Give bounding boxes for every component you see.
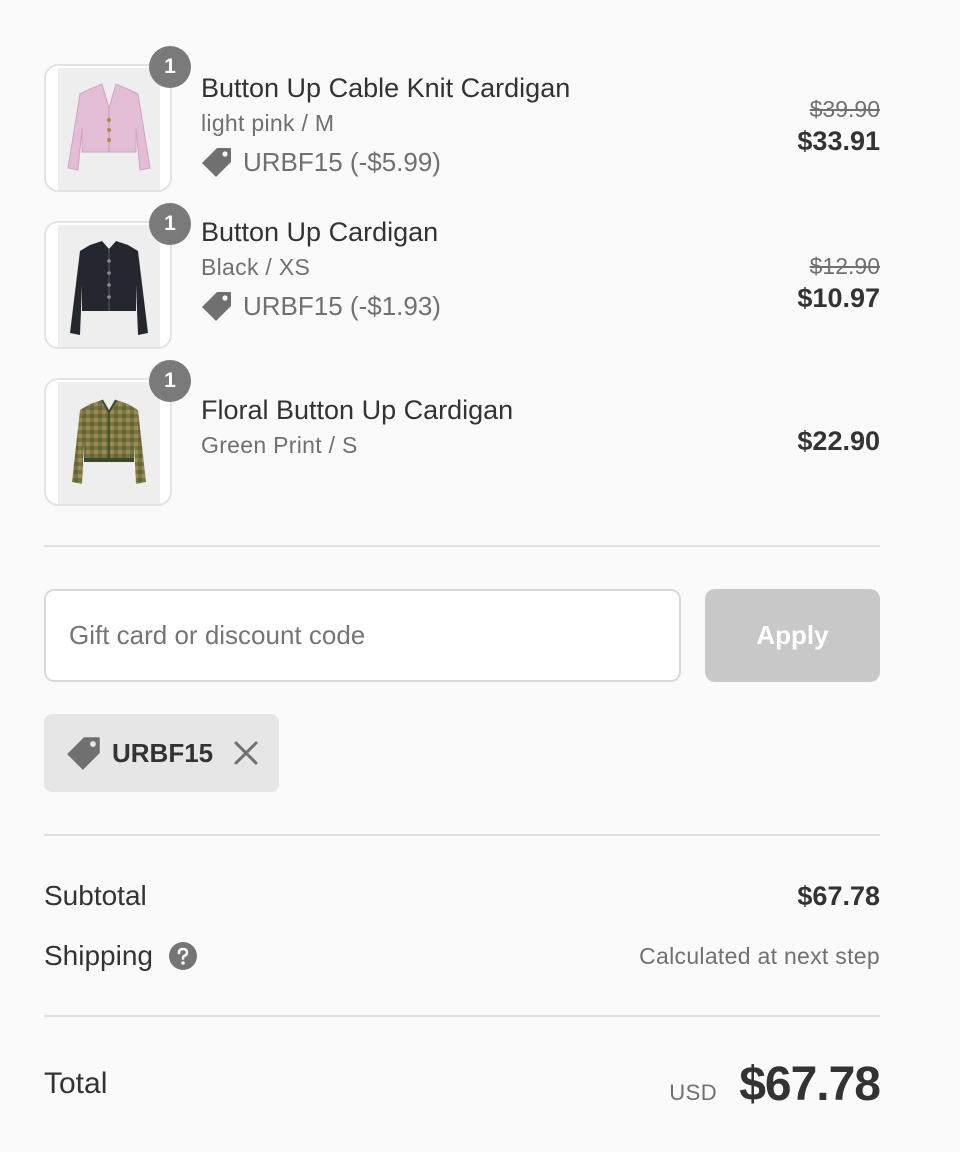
subtotal-label: Subtotal <box>44 880 147 911</box>
divider <box>44 1015 880 1017</box>
item-info: Floral Button Up Cardigan Green Print / … <box>201 392 721 462</box>
item-price: $39.90 $33.91 <box>797 94 880 158</box>
price-final: $22.90 <box>797 426 880 456</box>
item-price: $22.90 <box>797 424 880 458</box>
divider <box>44 834 880 836</box>
shipping-note: Calculated at next step <box>639 942 880 969</box>
cardigan-image <box>70 241 148 335</box>
cardigan-image <box>72 399 146 484</box>
item-title: Button Up Cable Knit Cardigan <box>201 73 571 103</box>
currency-code: USD <box>669 1079 718 1105</box>
item-info: Button Up Cardigan Black / XS URBF15 (-$… <box>201 214 721 326</box>
line-item: 1 Button Up Cardigan Black / XS URBF15 (… <box>44 203 880 349</box>
item-variant: Green Print / S <box>201 432 358 458</box>
total-label: Total <box>44 1067 108 1100</box>
quantity-badge: 1 <box>149 360 191 402</box>
tag-icon <box>201 146 233 178</box>
price-original: $12.90 <box>809 253 880 279</box>
subtotal-value: $67.78 <box>797 880 880 911</box>
divider <box>44 545 880 547</box>
subtotal-row: Subtotal $67.78 <box>44 876 880 916</box>
item-discount: URBF15 (-$1.93) <box>201 286 721 326</box>
price-final: $33.91 <box>797 126 880 156</box>
tag-icon <box>201 290 233 322</box>
discount-code-input[interactable] <box>44 589 681 682</box>
total-amount: USD $67.78 <box>669 1057 881 1112</box>
close-icon[interactable] <box>233 740 259 766</box>
total-row: Total USD $67.78 <box>44 1054 881 1114</box>
line-item: 1 Floral Button Up Cardigan Green Print … <box>44 360 880 506</box>
shipping-label-group: Shipping <box>44 940 197 972</box>
product-image <box>44 378 172 506</box>
price-original: $39.90 <box>809 96 880 122</box>
shipping-label: Shipping <box>44 940 153 971</box>
product-image <box>44 221 172 349</box>
item-discount: URBF15 (-$5.99) <box>201 142 721 182</box>
item-variant: light pink / M <box>201 110 335 136</box>
product-image <box>44 64 172 192</box>
item-discount-text: URBF15 (-$5.99) <box>243 147 441 177</box>
applied-discount-code: URBF15 <box>112 737 214 768</box>
quantity-badge: 1 <box>149 46 191 88</box>
question-circle-icon[interactable] <box>168 942 197 970</box>
total-value: $67.78 <box>739 1057 881 1111</box>
item-discount-text: URBF15 (-$1.93) <box>243 291 441 321</box>
item-info: Button Up Cable Knit Cardigan light pink… <box>201 70 721 182</box>
item-title: Button Up Cardigan <box>201 217 439 247</box>
tag-icon <box>66 735 102 771</box>
shipping-row: Shipping Calculated at next step <box>44 935 880 977</box>
apply-button[interactable]: Apply <box>705 589 880 682</box>
price-final: $10.97 <box>797 283 880 313</box>
item-title: Floral Button Up Cardigan <box>201 395 514 425</box>
cardigan-image <box>67 83 151 171</box>
item-variant: Black / XS <box>201 254 311 280</box>
applied-discount-chip: URBF15 <box>44 714 279 792</box>
item-price: $12.90 $10.97 <box>797 251 880 315</box>
line-item: 1 Button Up Cable Knit Cardigan light pi… <box>44 46 880 192</box>
quantity-badge: 1 <box>149 203 191 245</box>
